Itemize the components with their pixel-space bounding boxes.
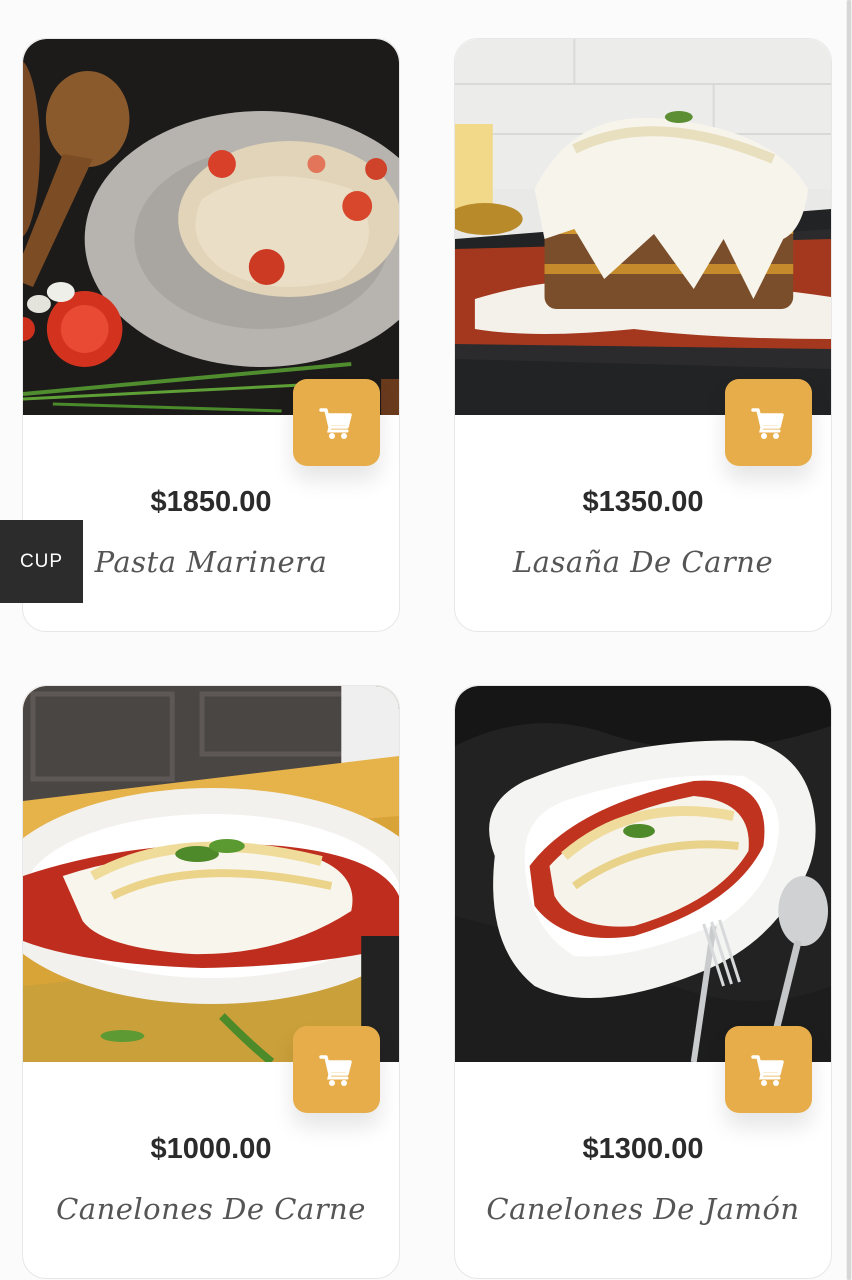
- product-card-canelones-de-jamon[interactable]: $1300.00 Canelones De Jamón: [454, 685, 832, 1279]
- add-to-cart-button[interactable]: [293, 1026, 380, 1113]
- add-to-cart-button[interactable]: [293, 379, 380, 466]
- shopping-cart-icon: [318, 407, 352, 439]
- shopping-cart-icon: [318, 1054, 352, 1086]
- product-name[interactable]: Canelones De Jamón: [455, 1192, 831, 1226]
- currency-switch-button[interactable]: CUP: [0, 520, 83, 603]
- product-price: $1300.00: [582, 1133, 704, 1165]
- scrollbar-track[interactable]: [846, 0, 852, 1280]
- pasta-plate-image: [23, 39, 399, 415]
- product-price: $1000.00: [150, 1133, 272, 1165]
- product-image-canelones-de-jamon[interactable]: [455, 686, 831, 1062]
- shopping-cart-icon: [750, 1054, 784, 1086]
- product-image-lasana-de-carne[interactable]: [455, 39, 831, 415]
- product-image-canelones-de-carne[interactable]: [23, 686, 399, 1062]
- lasagna-image: [455, 39, 831, 415]
- add-to-cart-button[interactable]: [725, 379, 812, 466]
- product-card-canelones-de-carne[interactable]: $1000.00 Canelones De Carne: [22, 685, 400, 1279]
- canelones-carne-image: [23, 686, 399, 1062]
- shopping-cart-icon: [750, 407, 784, 439]
- product-name[interactable]: Lasaña De Carne: [455, 545, 831, 579]
- product-image-pasta-marinera[interactable]: [23, 39, 399, 415]
- product-name[interactable]: Canelones De Carne: [23, 1192, 399, 1226]
- product-price: $1850.00: [150, 486, 272, 518]
- add-to-cart-button[interactable]: [725, 1026, 812, 1113]
- product-card-lasana-de-carne[interactable]: $1350.00 Lasaña De Carne: [454, 38, 832, 632]
- product-price: $1350.00: [582, 486, 704, 518]
- canelones-jamon-image: [455, 686, 831, 1062]
- scrollbar-thumb[interactable]: [847, 0, 851, 1280]
